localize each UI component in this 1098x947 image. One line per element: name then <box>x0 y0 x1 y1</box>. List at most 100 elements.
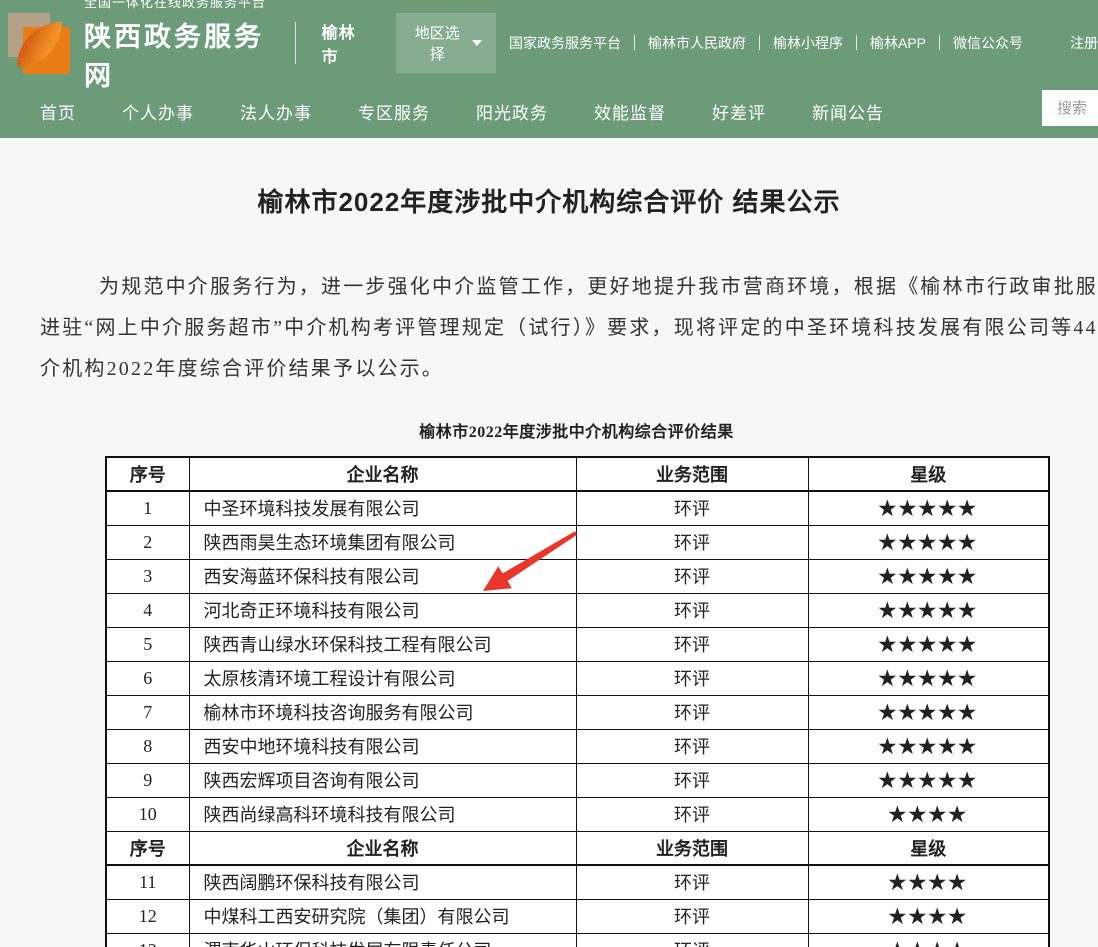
platform-tagline: 全国一体化在线政务服务平台 <box>84 0 277 11</box>
nav-item-首页[interactable]: 首页 <box>40 99 76 124</box>
column-header: 企业名称 <box>189 457 576 491</box>
star-rating-cell: ★★★★ <box>808 899 1049 933</box>
nav-item-好差评[interactable]: 好差评 <box>712 99 766 124</box>
table-row: 6太原核清环境工程设计有限公司环评★★★★★ <box>106 661 1049 695</box>
page-title: 榆林市2022年度涉批中介机构综合评价 结果公示 <box>0 182 1098 219</box>
header-link[interactable]: 榆林APP <box>857 33 939 53</box>
evaluation-table-body: 序号企业名称业务范围星级1中圣环境科技发展有限公司环评★★★★★2陕西雨昊生态环… <box>106 457 1049 947</box>
row-number-cell: 12 <box>106 899 189 933</box>
star-rating-cell: ★★★★★ <box>808 491 1049 525</box>
row-number-cell: 13 <box>106 933 189 947</box>
row-number-cell: 2 <box>106 525 189 559</box>
star-rating-cell: ★★★★ <box>808 797 1049 831</box>
row-number-cell: 8 <box>106 729 189 763</box>
star-rating-cell: ★★★★★ <box>808 627 1049 661</box>
company-name-cell: 陕西雨昊生态环境集团有限公司 <box>189 525 576 559</box>
company-name-cell: 陕西阔鹏环保科技有限公司 <box>189 865 576 899</box>
star-rating-cell: ★★★★★ <box>808 661 1049 695</box>
nav-item-专区服务[interactable]: 专区服务 <box>358 99 430 124</box>
table-row: 1中圣环境科技发展有限公司环评★★★★★ <box>106 491 1049 525</box>
table-row: 2陕西雨昊生态环境集团有限公司环评★★★★★ <box>106 525 1049 559</box>
paragraph-line: 进驻“网上中介服务超市”中介机构考评管理规定（试行）》要求，现将评定的中圣环境科… <box>0 308 1098 349</box>
company-name-cell: 中煤科工西安研究院（集团）有限公司 <box>189 899 576 933</box>
search-input[interactable] <box>1042 90 1098 126</box>
table-row: 8西安中地环境科技有限公司环评★★★★★ <box>106 729 1049 763</box>
company-name-cell: 陕西青山绿水环保科技工程有限公司 <box>189 627 576 661</box>
table-row: 4河北奇正环境科技有限公司环评★★★★★ <box>106 593 1049 627</box>
row-number-cell: 6 <box>106 661 189 695</box>
business-scope-cell: 环评 <box>576 933 808 947</box>
business-scope-cell: 环评 <box>576 763 808 797</box>
column-header: 企业名称 <box>189 831 576 865</box>
row-number-cell: 3 <box>106 559 189 593</box>
nav-item-个人办事[interactable]: 个人办事 <box>122 99 194 124</box>
register-link[interactable]: 注册 <box>1070 33 1098 53</box>
row-number-cell: 1 <box>106 491 189 525</box>
table-row: 11陕西阔鹏环保科技有限公司环评★★★★ <box>106 865 1049 899</box>
evaluation-table: 序号企业名称业务范围星级1中圣环境科技发展有限公司环评★★★★★2陕西雨昊生态环… <box>105 456 1050 947</box>
column-header: 序号 <box>106 457 189 491</box>
business-scope-cell: 环评 <box>576 593 808 627</box>
row-number-cell: 4 <box>106 593 189 627</box>
row-number-cell: 7 <box>106 695 189 729</box>
company-name-cell: 陕西尚绿高科环境科技有限公司 <box>189 797 576 831</box>
star-rating-cell: ★★★★★ <box>808 695 1049 729</box>
business-scope-cell: 环评 <box>576 695 808 729</box>
header-link[interactable]: 国家政务服务平台 <box>496 33 634 53</box>
column-header: 星级 <box>808 457 1049 491</box>
column-header: 序号 <box>106 831 189 865</box>
table-row: 7榆林市环境科技咨询服务有限公司环评★★★★★ <box>106 695 1049 729</box>
business-scope-cell: 环评 <box>576 729 808 763</box>
table-row: 13渭南华山环保科技发展有限责任公司环评★★★★ <box>106 933 1049 947</box>
region-selector-button[interactable]: 地区选择 <box>396 13 496 73</box>
company-name-cell: 太原核清环境工程设计有限公司 <box>189 661 576 695</box>
business-scope-cell: 环评 <box>576 661 808 695</box>
company-name-cell: 西安中地环境科技有限公司 <box>189 729 576 763</box>
row-number-cell: 9 <box>106 763 189 797</box>
row-number-cell: 11 <box>106 865 189 899</box>
site-header: 全国一体化在线政务服务平台 陕西政务服务网 榆林市 地区选择 国家政务服务平台榆… <box>0 0 1098 138</box>
business-scope-cell: 环评 <box>576 525 808 559</box>
announcement-paragraph: 为规范中介服务行为，进一步强化中介监管工作，更好地提升我市营商环境，根据《榆林市… <box>0 267 1098 390</box>
star-rating-cell: ★★★★★ <box>808 729 1049 763</box>
nav-item-效能监督[interactable]: 效能监督 <box>594 99 666 124</box>
table-caption: 榆林市2022年度涉批中介机构综合评价结果 <box>105 418 1048 442</box>
header-link[interactable]: 榆林市人民政府 <box>635 33 759 53</box>
company-name-cell: 榆林市环境科技咨询服务有限公司 <box>189 695 576 729</box>
company-name-cell: 渭南华山环保科技发展有限责任公司 <box>189 933 576 947</box>
header-divider <box>295 22 296 64</box>
brand-block: 全国一体化在线政务服务平台 陕西政务服务网 <box>84 0 277 93</box>
column-header: 业务范围 <box>576 831 808 865</box>
row-number-cell: 5 <box>106 627 189 661</box>
business-scope-cell: 环评 <box>576 627 808 661</box>
star-rating-cell: ★★★★★ <box>808 525 1049 559</box>
business-scope-cell: 环评 <box>576 899 808 933</box>
business-scope-cell: 环评 <box>576 491 808 525</box>
main-nav: 首页 个人办事 法人办事 专区服务 阳光政务 效能监督 好差评 新闻公告 <box>0 85 1098 138</box>
chevron-down-icon <box>472 40 482 46</box>
table-row: 12中煤科工西安研究院（集团）有限公司环评★★★★ <box>106 899 1049 933</box>
star-rating-cell: ★★★★★ <box>808 559 1049 593</box>
business-scope-cell: 环评 <box>576 559 808 593</box>
table-row: 10陕西尚绿高科环境科技有限公司环评★★★★ <box>106 797 1049 831</box>
paragraph-line: 为规范中介服务行为，进一步强化中介监管工作，更好地提升我市营商环境，根据《榆林市… <box>0 267 1098 308</box>
company-name-cell: 中圣环境科技发展有限公司 <box>189 491 576 525</box>
current-city-label: 榆林市 <box>322 19 369 67</box>
company-name-cell: 陕西宏辉项目咨询有限公司 <box>189 763 576 797</box>
site-logo[interactable] <box>8 13 70 75</box>
header-link[interactable]: 榆林小程序 <box>760 33 856 53</box>
announcement-document: 榆林市2022年度涉批中介机构综合评价 结果公示 为规范中介服务行为，进一步强化… <box>0 182 1098 947</box>
header-links: 国家政务服务平台榆林市人民政府榆林小程序榆林APP微信公众号 <box>496 33 1036 53</box>
business-scope-cell: 环评 <box>576 797 808 831</box>
header-link[interactable]: 微信公众号 <box>940 33 1036 53</box>
row-number-cell: 10 <box>106 797 189 831</box>
company-name-cell: 西安海蓝环保科技有限公司 <box>189 559 576 593</box>
region-selector-label: 地区选择 <box>410 22 464 64</box>
nav-item-阳光政务[interactable]: 阳光政务 <box>476 99 548 124</box>
nav-item-新闻公告[interactable]: 新闻公告 <box>812 99 884 124</box>
star-rating-cell: ★★★★★ <box>808 763 1049 797</box>
table-row: 5陕西青山绿水环保科技工程有限公司环评★★★★★ <box>106 627 1049 661</box>
header-top-row: 全国一体化在线政务服务平台 陕西政务服务网 榆林市 地区选择 国家政务服务平台榆… <box>0 0 1098 85</box>
table-row: 3西安海蓝环保科技有限公司环评★★★★★ <box>106 559 1049 593</box>
nav-item-法人办事[interactable]: 法人办事 <box>240 99 312 124</box>
